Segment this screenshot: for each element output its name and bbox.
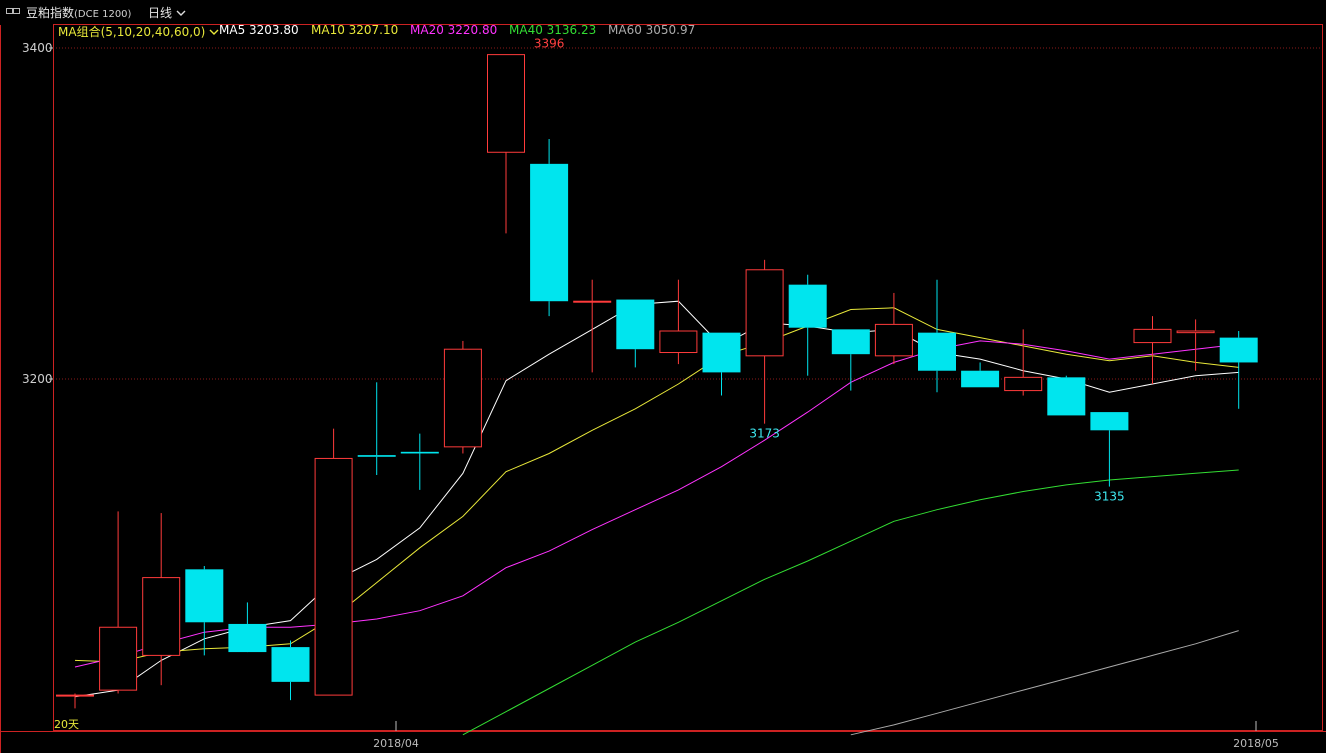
candle-body — [874, 323, 913, 357]
grid-lines — [53, 47, 1322, 380]
instrument-title[interactable]: 豆粕指数(DCE 1200) — [26, 4, 131, 21]
candle — [1219, 331, 1258, 409]
candle-body — [788, 284, 827, 328]
candle-body — [1047, 377, 1086, 416]
x-axis: 2018/04 2018/05 — [373, 721, 1279, 750]
candle-body — [357, 455, 396, 457]
candle-body — [659, 330, 698, 354]
candle-body — [573, 300, 612, 303]
candle — [573, 279, 612, 373]
candle-body — [443, 348, 482, 448]
candle-body — [831, 329, 870, 355]
top-bar: 豆粕指数(DCE 1200) 日线 — [0, 0, 1326, 22]
candle — [702, 332, 741, 396]
candle — [443, 340, 482, 454]
y-tick-label: 3400 — [22, 41, 53, 55]
link-icon[interactable] — [6, 5, 20, 15]
ma-line-ma60 — [850, 630, 1239, 736]
price-annotation: 3396 — [534, 37, 565, 51]
candle-body — [1176, 330, 1215, 334]
candle-body — [400, 451, 439, 454]
candle — [228, 602, 267, 653]
candle-body — [1090, 412, 1129, 431]
candle — [99, 511, 138, 694]
candles — [56, 54, 1258, 709]
candle — [271, 640, 310, 701]
instrument-code: (DCE 1200) — [74, 9, 132, 20]
candle — [357, 382, 396, 475]
candle — [56, 693, 94, 709]
candle-body — [228, 623, 267, 653]
candle — [1047, 375, 1086, 416]
moving-average-lines — [74, 300, 1239, 736]
candle — [745, 259, 784, 424]
y-tick-label: 3200 — [22, 372, 53, 386]
candle-body — [918, 332, 956, 371]
instrument-name: 豆粕指数 — [26, 6, 75, 20]
candle-body — [185, 569, 224, 623]
candle-body — [99, 626, 138, 691]
candle — [961, 362, 1000, 388]
candle-body — [56, 694, 94, 697]
x-tick-label: 2018/04 — [373, 737, 419, 750]
period-label: 日线 — [148, 6, 173, 20]
period-selector[interactable]: 日线 — [148, 4, 186, 21]
candle-body — [961, 370, 1000, 388]
candle-body — [271, 647, 310, 682]
candle — [400, 433, 439, 490]
candle — [616, 299, 655, 368]
candle-body — [702, 332, 741, 373]
candlestick-chart[interactable]: 3400 3200 3396 3173 3135 20天 2018/04 2018/05 — [0, 22, 1326, 753]
candle-body — [1004, 376, 1043, 392]
price-annotation: 3173 — [749, 427, 780, 441]
candle — [874, 292, 913, 365]
corner-label: 20天 — [54, 718, 79, 731]
candle — [831, 329, 870, 391]
candle — [1090, 412, 1129, 487]
candle-body — [142, 577, 181, 656]
candle-body — [530, 163, 569, 302]
candle — [530, 139, 569, 317]
chevron-down-icon — [176, 6, 186, 20]
candle — [788, 274, 827, 376]
candle — [918, 279, 956, 393]
candle-body — [1219, 337, 1258, 363]
candle — [659, 279, 698, 365]
candle — [487, 54, 525, 234]
candle-body — [314, 457, 353, 696]
candle-body — [745, 269, 784, 357]
candle — [314, 428, 353, 696]
candle-body — [487, 54, 525, 153]
candle — [142, 513, 181, 686]
ma-line-ma40 — [462, 469, 1239, 736]
candle-body — [616, 299, 655, 350]
candle — [1133, 316, 1172, 384]
candle — [185, 566, 224, 656]
y-axis: 3400 3200 — [22, 41, 53, 386]
x-tick-label: 2018/05 — [1233, 737, 1279, 750]
candle — [1004, 329, 1043, 396]
candle-body — [1133, 328, 1172, 344]
candle — [1176, 319, 1215, 371]
price-annotation: 3135 — [1094, 490, 1125, 504]
